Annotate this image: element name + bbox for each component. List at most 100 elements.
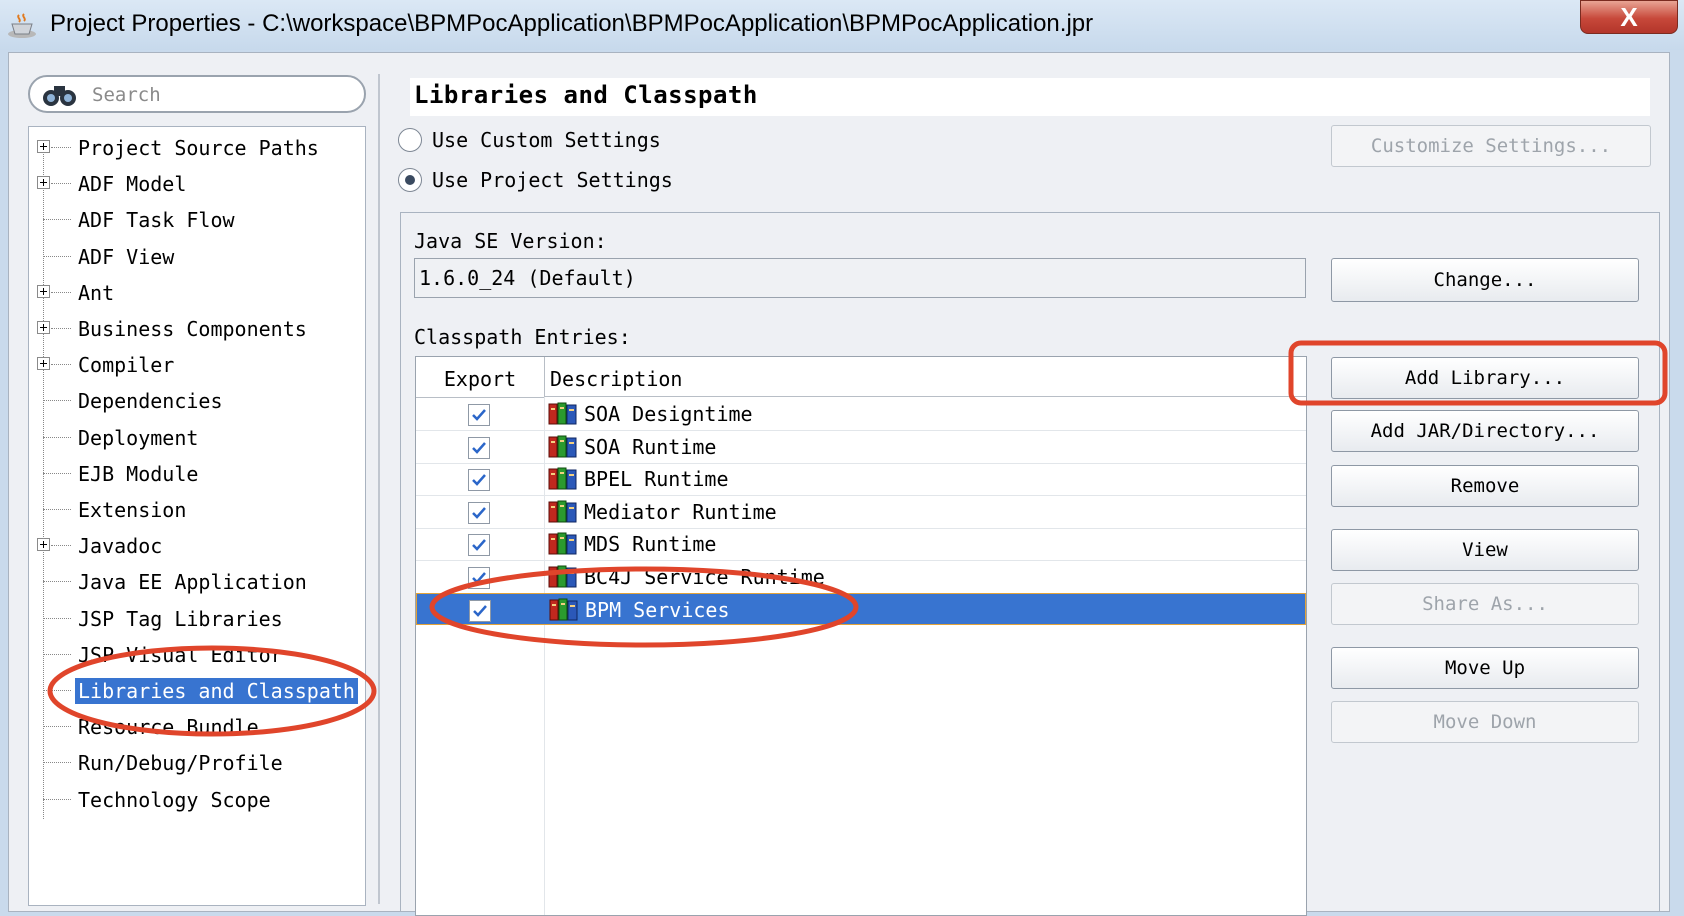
close-button[interactable]: X — [1580, 0, 1678, 34]
export-checkbox[interactable] — [468, 404, 490, 426]
tree-connector — [43, 581, 71, 583]
tree-item-label: Extension — [78, 498, 187, 522]
expand-plus-icon[interactable] — [37, 176, 50, 190]
tree-item[interactable]: Resource Bundle — [29, 710, 359, 744]
tree-item[interactable]: JSP Visual Editor — [29, 638, 359, 672]
table-row[interactable]: SOA Designtime — [416, 398, 1306, 431]
classpath-table: Export Description SOA Designtime SOA Run… — [415, 356, 1307, 916]
tree-item-label: Java EE Application — [78, 570, 307, 595]
tree-item[interactable]: Business Components — [29, 312, 359, 346]
export-checkbox[interactable] — [468, 501, 490, 524]
customize-settings-button[interactable]: Customize Settings... — [1331, 125, 1651, 167]
window-title: Project Properties - C:\workspace\BPMPoc… — [50, 10, 1094, 37]
column-header-description[interactable]: Description — [544, 357, 1306, 397]
title-bar: Project Properties - C:\workspace\BPMPoc… — [0, 0, 1684, 50]
tree-item[interactable]: Compiler — [29, 348, 359, 382]
table-row[interactable]: Mediator Runtime — [416, 496, 1306, 529]
table-row[interactable]: MDS Runtime — [416, 528, 1306, 561]
tree-connector — [43, 509, 71, 510]
tree-item-label: Resource Bundle — [78, 715, 259, 740]
column-header-export[interactable]: Export — [416, 357, 545, 398]
row-description: BPEL Runtime — [584, 467, 729, 491]
search-input[interactable] — [90, 82, 354, 108]
tree-item-label: Javadoc — [78, 534, 163, 559]
change-button[interactable]: Change... — [1331, 258, 1639, 302]
add-library-button[interactable]: Add Library... — [1331, 357, 1639, 399]
checkmark-icon — [472, 474, 486, 486]
export-checkbox[interactable] — [468, 436, 490, 459]
tree-connector — [51, 291, 71, 293]
expand-plus-icon[interactable] — [37, 357, 50, 371]
view-button[interactable]: View — [1331, 529, 1639, 571]
tree-item[interactable]: Ant — [29, 276, 359, 310]
export-checkbox[interactable] — [469, 600, 491, 622]
tree-item[interactable]: Dependencies — [29, 384, 359, 418]
panel-header: Libraries and Classpath — [410, 78, 1650, 116]
tree-connector — [51, 328, 71, 329]
row-description: MDS Runtime — [584, 532, 717, 556]
tree-item[interactable]: JSP Tag Libraries — [29, 602, 359, 636]
library-books-icon — [548, 532, 577, 555]
table-row[interactable]: BPM Services — [416, 593, 1306, 625]
tree-item-label: EJB Module — [78, 461, 199, 486]
checkmark-icon — [472, 441, 486, 454]
tree-item[interactable]: Javadoc — [29, 529, 359, 563]
use-custom-settings-radio[interactable] — [398, 128, 422, 152]
tree-connector — [51, 545, 71, 547]
java-se-version-field: 1.6.0_24 (Default) — [414, 258, 1306, 298]
move-up-button[interactable]: Move Up — [1331, 647, 1639, 689]
tree-item[interactable]: Deployment — [29, 421, 359, 455]
remove-button[interactable]: Remove — [1331, 465, 1639, 507]
library-books-icon — [549, 598, 578, 621]
tree-item[interactable]: ADF Task Flow — [29, 203, 359, 237]
tree-item[interactable]: EJB Module — [29, 457, 359, 491]
tree-item-label: Compiler — [78, 353, 175, 378]
search-box[interactable] — [28, 75, 366, 113]
tree-item-label: Business Components — [78, 317, 307, 341]
table-row[interactable]: BPEL Runtime — [416, 463, 1306, 496]
expand-plus-icon[interactable] — [37, 140, 50, 153]
export-checkbox[interactable] — [468, 534, 490, 556]
export-checkbox[interactable] — [468, 566, 490, 589]
tree-item[interactable]: Run/Debug/Profile — [29, 746, 359, 780]
tree-item[interactable]: Extension — [29, 493, 359, 527]
export-checkbox[interactable] — [468, 469, 490, 491]
tree-connector — [43, 400, 71, 402]
tree-connector — [43, 472, 71, 474]
move-down-button[interactable]: Move Down — [1331, 701, 1639, 743]
tree-item[interactable]: Libraries and Classpath — [29, 674, 359, 708]
tree-item[interactable]: Technology Scope — [29, 783, 359, 817]
use-custom-settings-label: Use Custom Settings — [432, 128, 661, 152]
expand-plus-icon[interactable] — [37, 321, 50, 334]
library-books-icon — [548, 435, 577, 457]
tree-item[interactable]: Project Source Paths — [29, 131, 359, 165]
checkmark-icon — [472, 571, 486, 584]
add-jar-directory-button[interactable]: Add JAR/Directory... — [1331, 410, 1639, 452]
tree-item[interactable]: ADF View — [29, 240, 359, 274]
checkmark-icon — [472, 539, 486, 551]
table-row[interactable]: SOA Runtime — [416, 431, 1306, 464]
row-description: Mediator Runtime — [584, 499, 777, 524]
tree-item-label: ADF Model — [78, 172, 187, 197]
tree-connector — [51, 147, 71, 148]
panel-title: Libraries and Classpath — [414, 81, 758, 109]
expand-plus-icon[interactable] — [37, 284, 50, 298]
binoculars-icon — [43, 86, 76, 106]
tree-item-label: JSP Visual Editor — [78, 642, 283, 667]
category-tree: Project Source Paths ADF Model ADF Task Fl… — [28, 126, 366, 906]
tree-connector — [43, 726, 71, 728]
row-description: BPM Services — [585, 598, 730, 622]
use-project-settings-radio[interactable] — [398, 168, 422, 192]
tree-item-label: Deployment — [78, 425, 199, 450]
tree-item[interactable]: ADF Model — [29, 167, 359, 201]
coffee-cup-icon — [8, 13, 36, 38]
share-as-button[interactable]: Share As... — [1331, 583, 1639, 625]
tree-item[interactable]: Java EE Application — [29, 565, 359, 599]
expand-plus-icon[interactable] — [37, 538, 50, 552]
tree-connector — [51, 183, 71, 185]
tree-item-label: Dependencies — [78, 389, 223, 414]
java-se-version-label: Java SE Version: — [414, 229, 607, 253]
table-row[interactable]: BC4J Service Runtime — [416, 561, 1306, 594]
tree-item-label: Project Source Paths — [78, 136, 319, 160]
panel-splitter[interactable] — [378, 74, 380, 904]
